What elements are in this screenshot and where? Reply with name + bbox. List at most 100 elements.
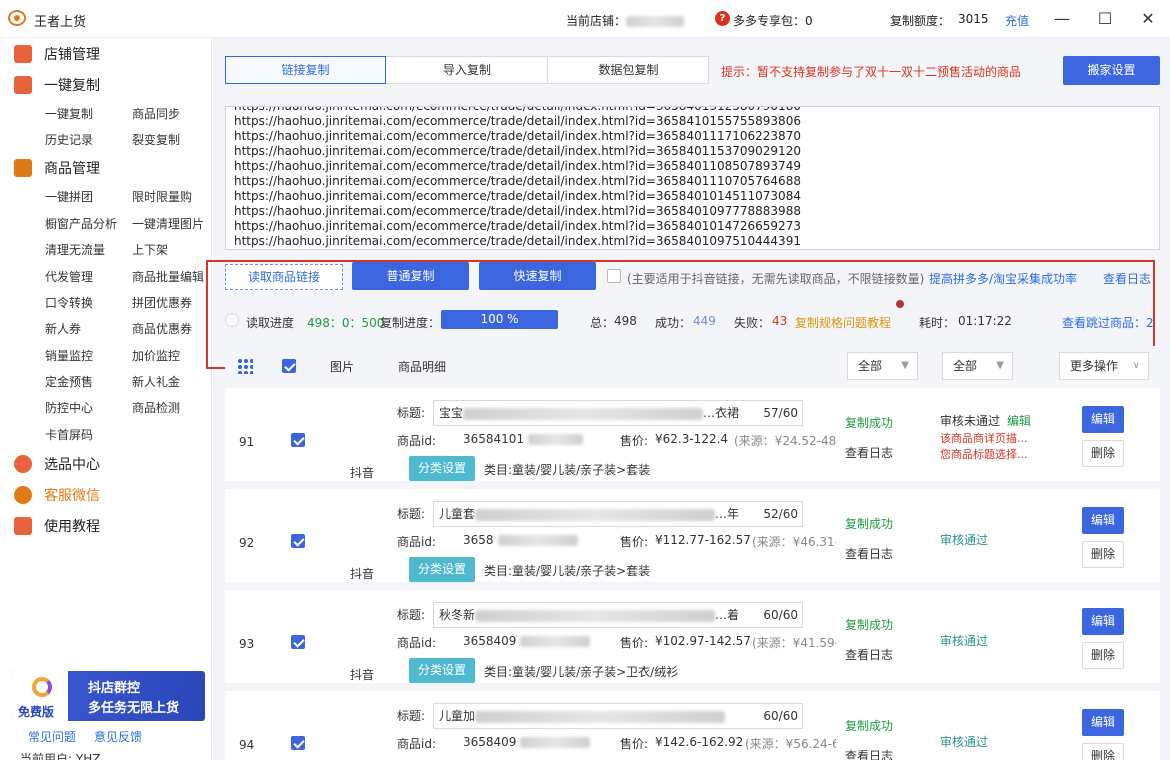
category-settings-button[interactable]: 分类设置 xyxy=(409,456,475,481)
title-char-count: 57/60 xyxy=(761,401,798,425)
row-number: 91 xyxy=(239,435,255,449)
view-log-link[interactable]: 查看日志 xyxy=(1103,270,1151,287)
url-line: https://haohuo.jinritemai.com/ecommerce/… xyxy=(234,174,801,188)
select-all-checkbox[interactable] xyxy=(282,359,296,373)
url-textarea[interactable]: https://haohuo.jinritemai.com/ecommerce/… xyxy=(225,106,1160,250)
promo-line1: 抖店群控 xyxy=(88,681,141,696)
price-value: ¥62.3-122.4 xyxy=(655,432,729,446)
product-id-label: 商品id: xyxy=(397,636,436,650)
sidebar-item-goods-sync[interactable]: 商品同步 xyxy=(132,105,180,122)
row-view-log-link[interactable]: 查看日志 xyxy=(845,444,893,461)
category-settings-button[interactable]: 分类设置 xyxy=(409,658,475,683)
sidebar-item[interactable]: 新人券 xyxy=(45,320,81,337)
sidebar-item[interactable]: 防控中心 xyxy=(45,399,93,416)
sidebar-item[interactable]: 一键清理图片 xyxy=(132,215,204,232)
audit-filter-select[interactable]: 全部 ▼ xyxy=(942,352,1013,380)
sidebar-item[interactable]: 定金预售 xyxy=(45,373,93,390)
title-label: 标题: xyxy=(397,406,426,420)
sidebar-item[interactable]: 卡首屏码 xyxy=(45,426,93,443)
delete-button[interactable]: 删除 xyxy=(1082,642,1124,669)
sidebar-item[interactable]: 一键拼团 xyxy=(45,188,93,205)
row-checkbox[interactable] xyxy=(291,635,305,649)
sidebar-item-history[interactable]: 历史记录 xyxy=(45,131,93,148)
move-settings-button[interactable]: 搬家设置 xyxy=(1063,56,1160,85)
title-input[interactable]: 儿童加 60/60 xyxy=(433,703,803,729)
view-skipped-link[interactable]: 查看跳过商品：2 xyxy=(1062,314,1154,331)
sidebar-item[interactable]: 代发管理 xyxy=(45,268,93,285)
tab-package-copy[interactable]: 数据包复制 xyxy=(548,57,709,83)
sidebar-item[interactable]: 清理无流量 xyxy=(45,241,105,258)
wechat-icon xyxy=(14,486,32,504)
delete-button[interactable]: 删除 xyxy=(1082,743,1124,760)
category-settings-button[interactable]: 分类设置 xyxy=(409,557,475,582)
sidebar-item[interactable]: 商品检测 xyxy=(132,399,180,416)
improve-rate-link[interactable]: 提高拼多多/淘宝采集成功率 xyxy=(929,270,1077,287)
promo-banner[interactable]: 免费版 抖店群控 多任务无限上货 xyxy=(12,671,205,721)
copy-status: 复制成功 xyxy=(845,416,894,430)
more-actions-select[interactable]: 更多操作 ∨ xyxy=(1059,352,1149,380)
edit-button[interactable]: 编辑 xyxy=(1082,406,1124,433)
sidebar-item-one-click-copy[interactable]: 一键复制 xyxy=(45,105,93,122)
title-input[interactable]: 秋冬新 …着 60/60 xyxy=(433,602,803,628)
sidebar-item-fission-copy[interactable]: 裂变复制 xyxy=(132,131,180,148)
edit-button[interactable]: 编辑 xyxy=(1082,507,1124,534)
read-progress-label: 读取进度 xyxy=(246,316,295,330)
sidebar-item[interactable]: 口令转换 xyxy=(45,294,93,311)
sidebar-item[interactable]: 加价监控 xyxy=(132,347,180,364)
sidebar-item[interactable]: 拼团优惠券 xyxy=(132,294,192,311)
status-filter-select[interactable]: 全部 ▼ xyxy=(847,352,918,380)
tab-link-copy[interactable]: 链接复制 xyxy=(225,56,386,84)
sidebar-item[interactable]: 商品批量编辑 xyxy=(132,268,204,285)
success-label: 成功： xyxy=(655,316,692,330)
spec-tutorial-link[interactable]: 复制规格问题教程 xyxy=(795,314,891,331)
normal-copy-button[interactable]: 普通复制 xyxy=(352,262,469,290)
question-circle-icon[interactable]: ? xyxy=(715,11,730,26)
delete-button[interactable]: 删除 xyxy=(1082,541,1124,568)
app-title: 王者上货 xyxy=(34,15,87,30)
sidebar-item[interactable]: 商品优惠券 xyxy=(132,320,192,337)
fast-copy-button[interactable]: 快速复制 xyxy=(479,262,596,290)
read-links-button[interactable]: 读取商品链接 xyxy=(225,264,343,290)
minimize-icon[interactable]: — xyxy=(1052,9,1072,29)
edit-button[interactable]: 编辑 xyxy=(1082,709,1124,736)
row-view-log-link[interactable]: 查看日志 xyxy=(845,747,893,760)
fast-copy-checkbox[interactable] xyxy=(607,269,621,283)
row-platform: 抖音 xyxy=(350,567,375,581)
table-row: 93 抖音 标题: 秋冬新 …着 60/60 商品id: 3658409 售价: ¥… xyxy=(225,590,1160,683)
sidebar-item[interactable]: 新人礼金 xyxy=(132,373,180,390)
feedback-link[interactable]: 意见反馈 xyxy=(94,728,142,745)
product-id-label: 商品id: xyxy=(397,535,436,549)
copy-mode-tabs: 链接复制 导入复制 数据包复制 xyxy=(225,56,709,84)
row-view-log-link[interactable]: 查看日志 xyxy=(845,646,893,663)
sidebar-item[interactable]: 橱窗产品分析 xyxy=(45,215,117,232)
app-logo-icon xyxy=(8,10,26,26)
row-checkbox[interactable] xyxy=(291,736,305,750)
row-checkbox[interactable] xyxy=(291,534,305,548)
url-line: https://haohuo.jinritemai.com/ecommerce/… xyxy=(234,159,801,173)
delete-button[interactable]: 删除 xyxy=(1082,440,1124,467)
time-label: 耗时： xyxy=(919,316,956,330)
grid-dots-icon[interactable] xyxy=(237,358,253,374)
grid-icon xyxy=(14,159,32,177)
sidebar-item[interactable]: 限时限量购 xyxy=(132,188,192,205)
total-label: 总： xyxy=(590,316,615,330)
title-input[interactable]: 宝宝 …衣裙 57/60 xyxy=(433,400,803,426)
sidebar-item[interactable]: 上下架 xyxy=(132,241,168,258)
audit-edit-link[interactable]: 编辑 xyxy=(1007,412,1031,429)
maximize-icon[interactable]: ☐ xyxy=(1095,9,1115,29)
faq-link[interactable]: 常见问题 xyxy=(28,728,76,745)
row-number: 92 xyxy=(239,536,255,550)
close-icon[interactable]: ✕ xyxy=(1138,9,1158,29)
tab-import-copy[interactable]: 导入复制 xyxy=(387,57,548,83)
row-view-log-link[interactable]: 查看日志 xyxy=(845,545,893,562)
title-input[interactable]: 儿童套 …年 52/60 xyxy=(433,501,803,527)
title-label: 标题: xyxy=(397,709,426,723)
audit-status: 审核通过 xyxy=(940,735,989,749)
price-label: 售价: xyxy=(620,434,649,448)
recharge-link[interactable]: 充值 xyxy=(1005,12,1029,29)
edit-button[interactable]: 编辑 xyxy=(1082,608,1124,635)
package-label: 多多专享包：0 xyxy=(733,14,813,28)
price-label: 售价: xyxy=(620,535,649,549)
row-checkbox[interactable] xyxy=(291,433,305,447)
sidebar-item[interactable]: 销量监控 xyxy=(45,347,93,364)
